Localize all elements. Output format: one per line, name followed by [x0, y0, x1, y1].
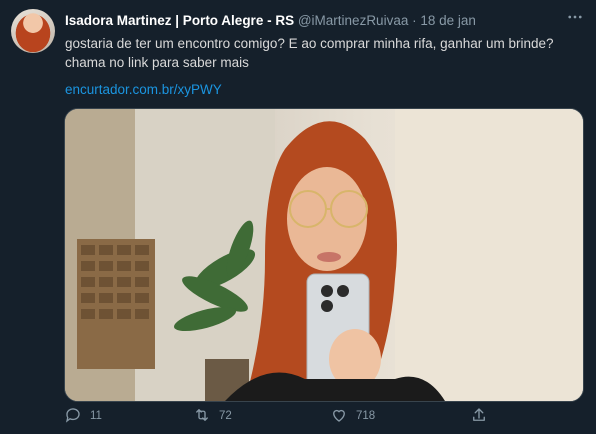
tweet-image[interactable] — [64, 108, 584, 402]
heart-icon — [330, 406, 348, 427]
retweet-icon — [193, 406, 211, 427]
tweet-text: gostaria de ter um encontro comigo? E ao… — [65, 36, 554, 70]
retweet-button[interactable]: 72 — [193, 405, 232, 427]
reply-button[interactable]: 11 — [64, 405, 102, 427]
tweet-header: Isadora Martinez | Porto Alegre - RS @iM… — [65, 13, 476, 28]
author-handle[interactable]: @iMartinezRuivaa — [298, 13, 409, 28]
like-count: 718 — [356, 410, 376, 422]
author-name[interactable]: Isadora Martinez | Porto Alegre - RS — [65, 13, 294, 28]
author-avatar[interactable] — [11, 9, 55, 53]
share-button[interactable] — [470, 405, 488, 427]
share-icon — [470, 406, 488, 427]
retweet-count: 72 — [219, 410, 232, 422]
tweet-link[interactable]: encurtador.com.br/xyPWY — [65, 82, 222, 97]
separator-dot: · — [412, 13, 417, 28]
tweet-card[interactable]: Isadora Martinez | Porto Alegre - RS @iM… — [0, 0, 596, 434]
tweet-date[interactable]: 18 de jan — [420, 13, 476, 28]
reply-count: 11 — [90, 410, 102, 422]
more-options-icon[interactable] — [566, 8, 584, 26]
photo-illustration — [65, 109, 583, 401]
reply-icon — [64, 406, 82, 427]
tweet-actions: 11 72 718 — [60, 405, 500, 427]
like-button[interactable]: 718 — [330, 405, 375, 427]
